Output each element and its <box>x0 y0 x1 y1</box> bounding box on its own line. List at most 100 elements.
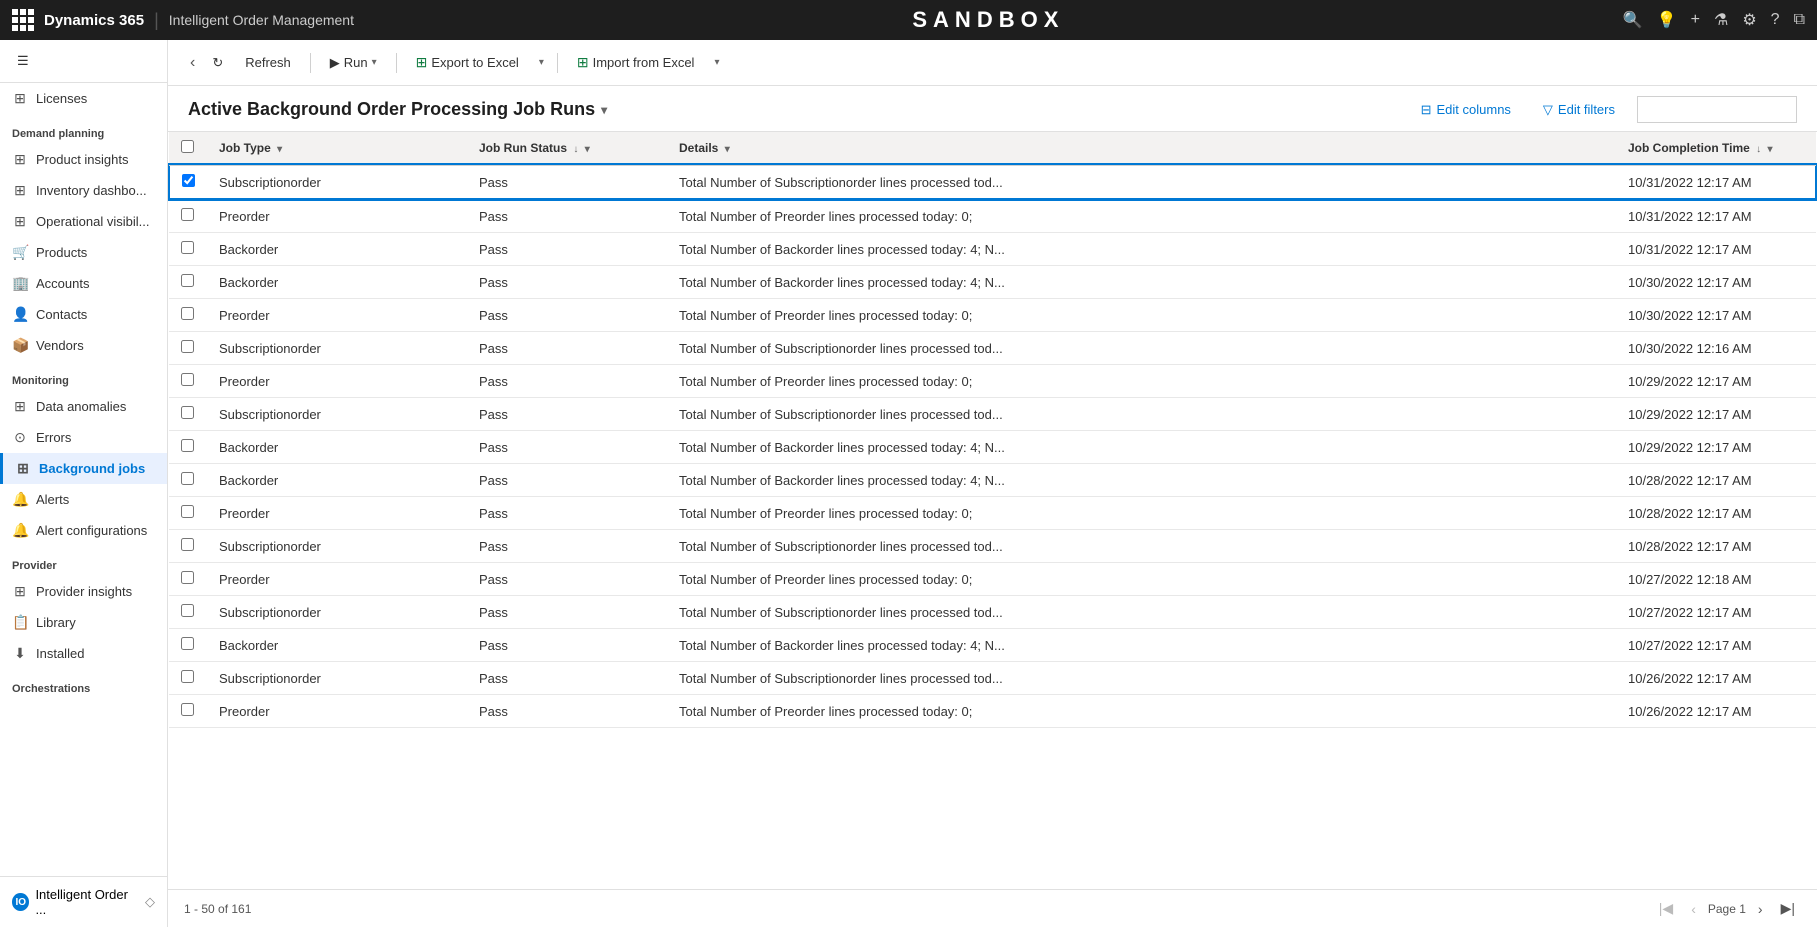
sidebar-item-provider-insights[interactable]: ⊞ Provider insights <box>0 576 167 607</box>
sidebar-item-background-jobs[interactable]: ⊞ Background jobs <box>0 453 167 484</box>
table-row[interactable]: Backorder Pass Total Number of Backorder… <box>169 431 1816 464</box>
last-page-button[interactable]: ▶| <box>1775 898 1801 919</box>
filter-icon[interactable]: ⚗ <box>1714 10 1728 30</box>
table-row[interactable]: Subscriptionorder Pass Total Number of S… <box>169 596 1816 629</box>
refresh-icon-btn[interactable]: ↻ <box>205 50 230 76</box>
table-row[interactable]: Subscriptionorder Pass Total Number of S… <box>169 398 1816 431</box>
table-row[interactable]: Subscriptionorder Pass Total Number of S… <box>169 662 1816 695</box>
table-row[interactable]: Preorder Pass Total Number of Preorder l… <box>169 563 1816 596</box>
sidebar-item-inventory-dashboard[interactable]: ⊞ Inventory dashbo... <box>0 175 167 206</box>
sidebar-item-products[interactable]: 🛒 Products <box>0 237 167 268</box>
row-checkbox-cell[interactable] <box>169 332 207 365</box>
row-checkbox[interactable] <box>181 373 194 386</box>
row-checkbox[interactable] <box>181 439 194 452</box>
table-row[interactable]: Subscriptionorder Pass Total Number of S… <box>169 165 1816 199</box>
lightbulb-icon[interactable]: 💡 <box>1657 10 1677 30</box>
col-header-jobtype[interactable]: Job Type ▾ <box>207 132 467 165</box>
prev-page-button[interactable]: ‹ <box>1685 899 1702 919</box>
table-row[interactable]: Backorder Pass Total Number of Backorder… <box>169 629 1816 662</box>
row-checkbox[interactable] <box>181 703 194 716</box>
sidebar-toggle[interactable]: ☰ <box>12 50 34 72</box>
plus-icon[interactable]: + <box>1691 11 1700 29</box>
row-checkbox[interactable] <box>181 505 194 518</box>
run-button[interactable]: ▶ Run ▾ <box>319 49 388 77</box>
select-all-checkbox[interactable] <box>181 140 194 153</box>
table-row[interactable]: Subscriptionorder Pass Total Number of S… <box>169 332 1816 365</box>
col-header-time[interactable]: Job Completion Time ↓ ▾ <box>1616 132 1816 165</box>
sidebar-item-vendors[interactable]: 📦 Vendors <box>0 330 167 361</box>
table-row[interactable]: Preorder Pass Total Number of Preorder l… <box>169 497 1816 530</box>
sidebar-item-library[interactable]: 📋 Library <box>0 607 167 638</box>
row-checkbox-cell[interactable] <box>169 596 207 629</box>
first-page-button[interactable]: |◀ <box>1653 898 1679 919</box>
sidebar-item-data-anomalies[interactable]: ⊞ Data anomalies <box>0 391 167 422</box>
row-checkbox[interactable] <box>181 208 194 221</box>
import-dropdown-button[interactable]: ▾ <box>709 52 724 73</box>
row-checkbox-cell[interactable] <box>169 695 207 728</box>
sidebar-item-operational-visibility[interactable]: ⊞ Operational visibil... <box>0 206 167 237</box>
row-checkbox-cell[interactable] <box>169 563 207 596</box>
row-checkbox[interactable] <box>181 538 194 551</box>
edit-columns-button[interactable]: ⊟ Edit columns <box>1411 97 1521 123</box>
row-checkbox-cell[interactable] <box>169 266 207 299</box>
back-button[interactable]: ‹ <box>184 50 201 76</box>
brand-name[interactable]: Dynamics 365 <box>44 12 144 29</box>
window-icon[interactable]: ⧉ <box>1794 11 1805 29</box>
sidebar-item-alert-configurations[interactable]: 🔔 Alert configurations <box>0 515 167 546</box>
import-excel-button[interactable]: ⊞ Import from Excel <box>566 48 706 77</box>
row-checkbox-cell[interactable] <box>169 629 207 662</box>
search-icon[interactable]: 🔍 <box>1623 10 1643 30</box>
sidebar-item-accounts[interactable]: 🏢 Accounts <box>0 268 167 299</box>
row-checkbox-cell[interactable] <box>169 365 207 398</box>
row-checkbox[interactable] <box>182 174 195 187</box>
export-excel-button[interactable]: ⊞ Export to Excel <box>405 48 530 77</box>
row-checkbox-cell[interactable] <box>169 299 207 332</box>
table-row[interactable]: Subscriptionorder Pass Total Number of S… <box>169 530 1816 563</box>
table-row[interactable]: Preorder Pass Total Number of Preorder l… <box>169 365 1816 398</box>
row-checkbox[interactable] <box>181 340 194 353</box>
sidebar-item-licenses[interactable]: ⊞ Licenses <box>0 83 167 114</box>
row-checkbox[interactable] <box>181 571 194 584</box>
sidebar-item-contacts[interactable]: 👤 Contacts <box>0 299 167 330</box>
help-icon[interactable]: ? <box>1771 11 1780 29</box>
row-checkbox-cell[interactable] <box>169 431 207 464</box>
edit-filters-button[interactable]: ▽ Edit filters <box>1533 97 1625 123</box>
row-checkbox[interactable] <box>181 307 194 320</box>
row-checkbox-cell[interactable] <box>169 497 207 530</box>
next-page-button[interactable]: › <box>1752 899 1769 919</box>
row-checkbox[interactable] <box>181 274 194 287</box>
table-row[interactable]: Preorder Pass Total Number of Preorder l… <box>169 299 1816 332</box>
sidebar-item-product-insights[interactable]: ⊞ Product insights <box>0 144 167 175</box>
row-checkbox[interactable] <box>181 670 194 683</box>
table-row[interactable]: Backorder Pass Total Number of Backorder… <box>169 266 1816 299</box>
row-checkbox-cell[interactable] <box>169 165 207 199</box>
app-name[interactable]: Intelligent Order Management <box>169 12 354 28</box>
settings-icon[interactable]: ⚙ <box>1742 10 1756 30</box>
row-checkbox-cell[interactable] <box>169 464 207 497</box>
sidebar-footer[interactable]: IO Intelligent Order ... ◇ <box>0 876 167 927</box>
row-checkbox[interactable] <box>181 604 194 617</box>
row-checkbox[interactable] <box>181 406 194 419</box>
row-checkbox-cell[interactable] <box>169 199 207 233</box>
sidebar-item-alerts[interactable]: 🔔 Alerts <box>0 484 167 515</box>
table-row[interactable]: Preorder Pass Total Number of Preorder l… <box>169 695 1816 728</box>
table-row[interactable]: Backorder Pass Total Number of Backorder… <box>169 464 1816 497</box>
page-title-dropdown-icon[interactable]: ▾ <box>601 103 607 117</box>
row-checkbox-cell[interactable] <box>169 662 207 695</box>
search-input[interactable] <box>1637 96 1797 123</box>
col-header-status[interactable]: Job Run Status ↓ ▾ <box>467 132 667 165</box>
waffle-menu[interactable] <box>12 9 34 31</box>
export-dropdown-button[interactable]: ▾ <box>534 52 549 73</box>
sidebar-item-errors[interactable]: ⊙ Errors <box>0 422 167 453</box>
row-checkbox-cell[interactable] <box>169 398 207 431</box>
col-header-details[interactable]: Details ▾ <box>667 132 1616 165</box>
row-checkbox[interactable] <box>181 472 194 485</box>
run-dropdown-icon[interactable]: ▾ <box>372 57 377 68</box>
row-checkbox[interactable] <box>181 241 194 254</box>
table-row[interactable]: Preorder Pass Total Number of Preorder l… <box>169 199 1816 233</box>
table-row[interactable]: Backorder Pass Total Number of Backorder… <box>169 233 1816 266</box>
sidebar-item-installed[interactable]: ⬇ Installed <box>0 638 167 669</box>
row-checkbox[interactable] <box>181 637 194 650</box>
row-checkbox-cell[interactable] <box>169 530 207 563</box>
row-checkbox-cell[interactable] <box>169 233 207 266</box>
